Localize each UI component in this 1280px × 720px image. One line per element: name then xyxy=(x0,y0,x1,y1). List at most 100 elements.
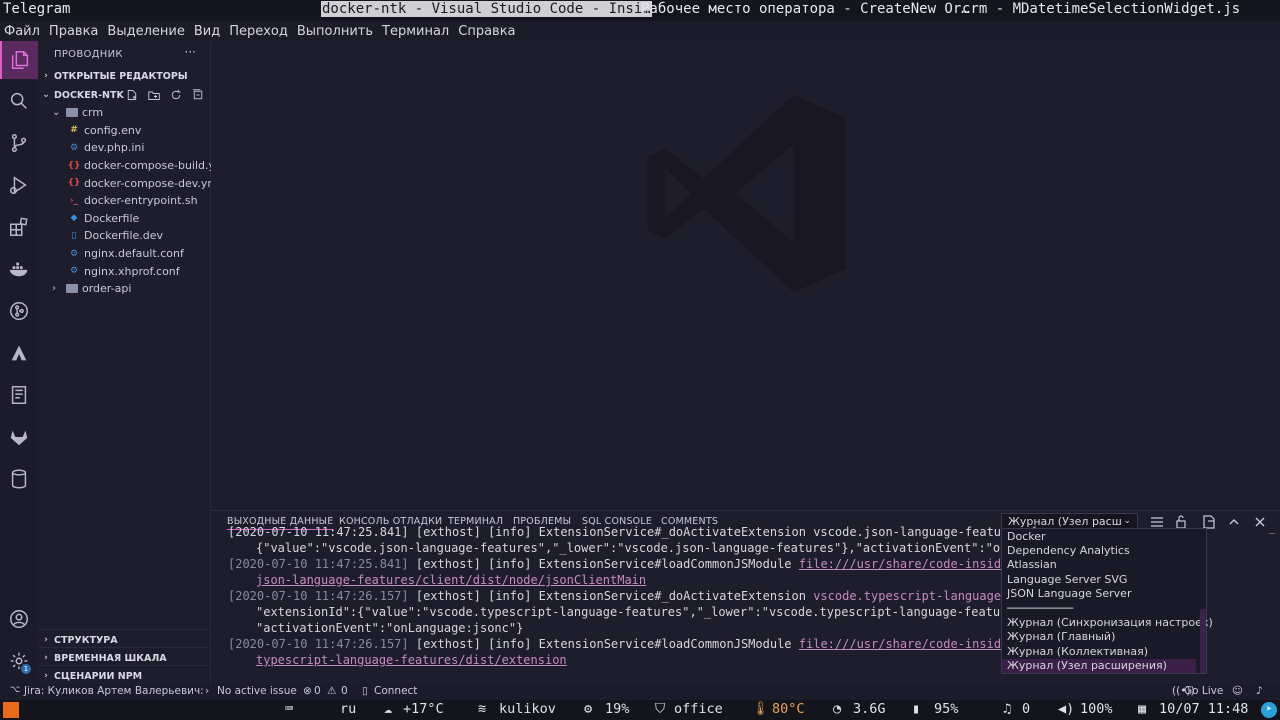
explorer-icon[interactable] xyxy=(0,41,38,79)
dropdown-option[interactable]: Журнал (Коллективная) xyxy=(1002,644,1196,658)
docker-icon[interactable] xyxy=(0,250,38,288)
open-editors-section[interactable]: › ОТКРЫТЫЕ РЕДАКТОРЫ xyxy=(38,67,211,85)
menu-edit[interactable]: Правка xyxy=(49,24,98,39)
search-icon[interactable] xyxy=(0,82,38,120)
volume-level[interactable]: 100% xyxy=(1080,701,1113,717)
outline-section[interactable]: › СТРУКТУРА xyxy=(38,629,211,646)
collapse-all-icon[interactable] xyxy=(192,89,204,101)
menu-go[interactable]: Переход xyxy=(229,24,288,39)
timeline-section[interactable]: › ВРЕМЕННАЯ ШКАЛА xyxy=(38,647,211,664)
network-name[interactable]: office xyxy=(674,701,723,717)
tree-item-label: nginx.xhprof.conf xyxy=(84,264,180,278)
notification-count[interactable]: 0 xyxy=(1022,701,1030,717)
file-icon: ▯ xyxy=(71,230,77,241)
cpu-temp[interactable]: 80°C xyxy=(772,701,805,717)
start-menu-icon[interactable] xyxy=(3,702,19,718)
scroll-indicator[interactable] xyxy=(1269,533,1275,549)
wifi-name[interactable]: kulikov xyxy=(499,701,556,717)
dropdown-option[interactable]: Language Server SVG xyxy=(1002,572,1196,586)
cpu-usage[interactable]: 19% xyxy=(605,701,629,717)
settings-gear-icon[interactable]: 1 xyxy=(0,642,38,680)
jira-user[interactable]: Jira: Куликов Артем Валерьевич: xyxy=(24,685,204,697)
dropdown-option[interactable]: Журнал (Узел расширения) xyxy=(1002,658,1196,673)
gitlens-icon[interactable] xyxy=(0,292,38,330)
remote-icon[interactable]: ⌥ xyxy=(10,685,20,695)
notebook-icon[interactable] xyxy=(0,376,38,414)
workspace-section[interactable]: ⌄ DOCKER-NTK xyxy=(38,86,211,104)
tree-file[interactable]: ›_ docker-entrypoint.sh xyxy=(38,192,211,210)
log-link[interactable]: file:///usr/share/code-inside xyxy=(799,637,1009,651)
battery-icon: ▮ xyxy=(912,701,921,717)
log-link[interactable]: file:///usr/share/code-inside xyxy=(799,557,1009,571)
tree-item-label: docker-compose-build.y… xyxy=(84,159,211,173)
more-actions-icon[interactable]: ··· xyxy=(185,45,196,59)
menu-file[interactable]: Файл xyxy=(4,24,40,39)
errors-count[interactable]: 0 xyxy=(314,685,321,697)
tree-item-label: docker-entrypoint.sh xyxy=(84,194,198,208)
go-live-button[interactable]: Go Live xyxy=(1184,685,1223,697)
database-connect-icon[interactable]: ▯ xyxy=(362,685,368,697)
tree-file[interactable]: # config.env xyxy=(38,122,211,140)
warnings-icon[interactable]: ⚠ xyxy=(327,685,336,697)
atlassian-icon[interactable] xyxy=(0,334,38,372)
tree-folder[interactable]: ⌄ crm xyxy=(38,104,211,122)
editor-area[interactable] xyxy=(211,41,1280,510)
notifications-bell-icon[interactable]: ♪ xyxy=(1256,685,1263,697)
source-control-icon[interactable] xyxy=(0,124,38,162)
menu-run[interactable]: Выполнить xyxy=(297,24,373,39)
log-link[interactable]: typescript-language-features/dist/extens… xyxy=(256,653,567,667)
menu-help[interactable]: Справка xyxy=(458,24,515,39)
dropdown-option[interactable]: Журнал (Главный) xyxy=(1002,630,1196,644)
tree-file[interactable]: ⚙ dev.php.ini xyxy=(38,139,211,157)
tree-item-label: order-api xyxy=(82,282,132,296)
log-link[interactable]: vscode.typescript-language- xyxy=(813,589,1008,603)
memory-usage[interactable]: 3.6G xyxy=(853,701,886,717)
window-tab-operator[interactable]: Рабочее место оператора - CreateNew Or… xyxy=(641,1,970,17)
errors-icon[interactable]: ⊗ xyxy=(303,685,312,697)
tree-file[interactable]: ⚙ nginx.default.conf xyxy=(38,245,211,263)
dropdown-option[interactable]: Atlassian xyxy=(1002,558,1196,572)
tree-file[interactable]: ◆ Dockerfile xyxy=(38,210,211,228)
dropdown-option[interactable]: Docker xyxy=(1002,529,1196,543)
new-file-icon[interactable] xyxy=(126,89,138,101)
window-tab-telegram[interactable]: Telegram xyxy=(3,1,70,17)
menu-view[interactable]: Вид xyxy=(194,24,220,39)
tree-file[interactable]: ▯ Dockerfile.dev xyxy=(38,227,211,245)
dropdown-option[interactable]: Журнал (Синхронизация настроек) xyxy=(1002,615,1213,629)
run-debug-icon[interactable] xyxy=(0,166,38,204)
dropdown-option[interactable]: Dependency Analytics xyxy=(1002,543,1196,557)
account-icon[interactable] xyxy=(0,600,38,638)
npm-scripts-section[interactable]: › СЦЕНАРИИ NPM xyxy=(38,665,211,682)
window-tab-crm[interactable]: crm - MDatetimeSelectionWidget.js xyxy=(962,1,1240,17)
clock[interactable]: 10/07 11:48 xyxy=(1159,701,1248,717)
feedback-icon[interactable]: ☺ xyxy=(1232,685,1243,697)
gear-icon: ⚙ xyxy=(69,142,79,153)
tree-file[interactable]: {}docker-compose-dev.ym… xyxy=(38,174,211,192)
battery-level[interactable]: 95% xyxy=(934,701,958,717)
database-icon[interactable] xyxy=(0,460,38,498)
db-connect[interactable]: Connect xyxy=(374,685,417,697)
warnings-count[interactable]: 0 xyxy=(341,685,348,697)
weather-temp[interactable]: +17°C xyxy=(403,701,444,717)
tree-file[interactable]: ⚙ nginx.xhprof.conf xyxy=(38,262,211,280)
log-link[interactable]: json-language-features/client/dist/node/… xyxy=(256,573,646,587)
output-channel-dropdown: Docker Dependency Analytics Atlassian Langu… xyxy=(1001,528,1213,674)
window-tab-vscode[interactable]: docker-ntk - Visual Studio Code - Insi… xyxy=(321,1,652,17)
tree-file[interactable]: {}docker-compose-build.y… xyxy=(38,157,211,175)
telegram-tray-icon[interactable]: ➤ xyxy=(1261,702,1277,718)
log-text: [2020-07-10 11:47:25.841] [exthost] [inf… xyxy=(228,525,1038,539)
gitlab-icon[interactable] xyxy=(0,418,38,456)
menu-terminal[interactable]: Терминал xyxy=(382,24,449,39)
jira-active-issue[interactable]: No active issue xyxy=(217,685,297,697)
docker-icon: ◆ xyxy=(70,213,78,224)
refresh-icon[interactable] xyxy=(170,89,182,101)
tree-folder[interactable]: › order-api xyxy=(38,280,211,298)
new-folder-icon[interactable] xyxy=(148,89,160,101)
keyboard-layout[interactable]: ru xyxy=(340,701,356,717)
extensions-icon[interactable] xyxy=(0,208,38,246)
menu-selection[interactable]: Выделение xyxy=(107,24,184,39)
dropdown-scrollbar[interactable] xyxy=(1200,609,1206,673)
activity-bar: 1 xyxy=(0,41,38,684)
explorer-sidebar: ПРОВОДНИК ··· › ОТКРЫТЫЕ РЕДАКТОРЫ ⌄ DOC… xyxy=(38,41,211,684)
dropdown-option[interactable]: JSON Language Server xyxy=(1002,587,1196,601)
